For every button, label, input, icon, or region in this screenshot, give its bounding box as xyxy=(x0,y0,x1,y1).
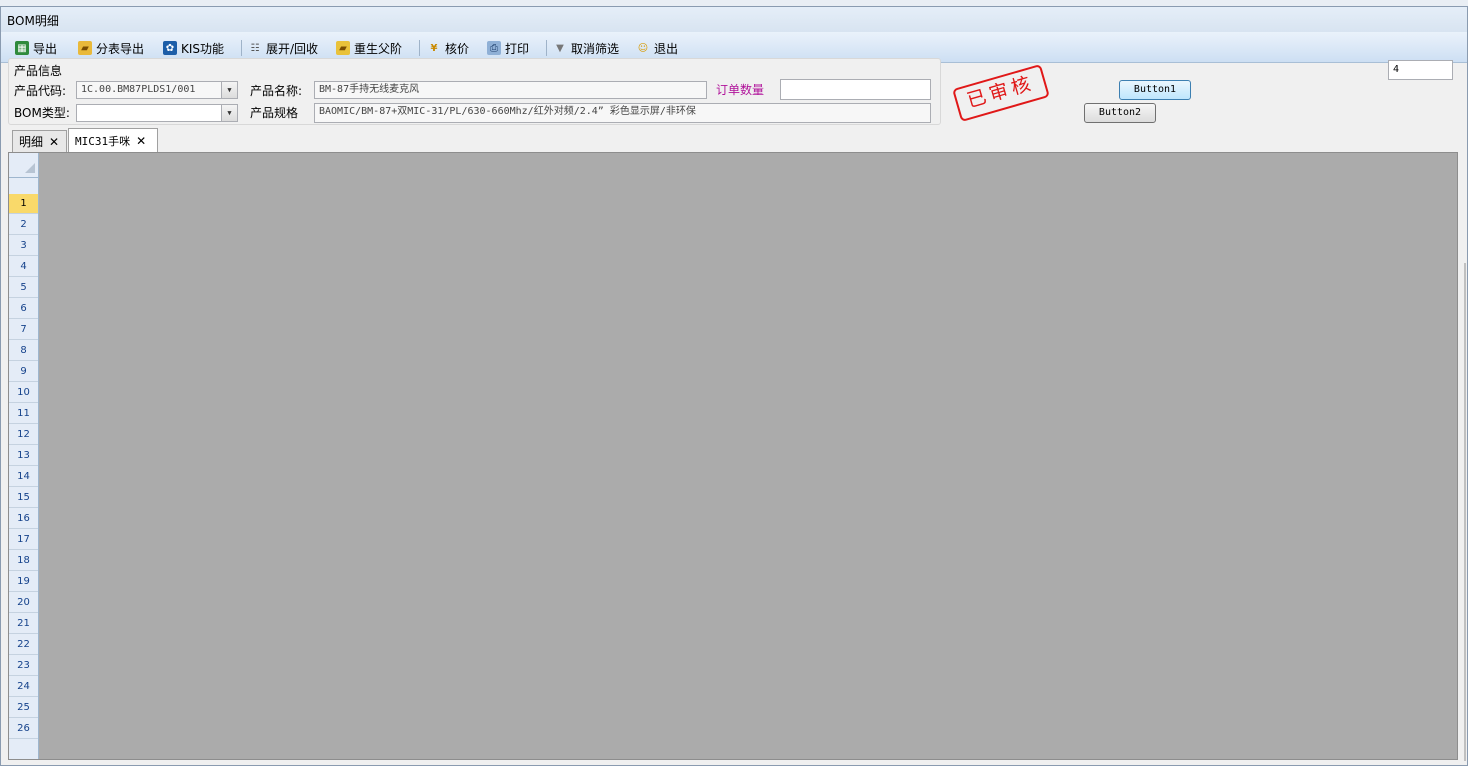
chevron-down-icon[interactable]: ▼ xyxy=(221,105,237,121)
row-header[interactable]: 22 xyxy=(9,635,38,655)
row-header[interactable]: 9 xyxy=(9,362,38,382)
row-header[interactable]: 24 xyxy=(9,677,38,697)
product-name-label: 产品名称: xyxy=(250,84,303,98)
kis-gear-icon: ✿ xyxy=(163,41,177,55)
product-spec-value: BAOMIC/BM-87+双MIC-31/PL/630-660Mhz/红外对频/… xyxy=(319,106,696,117)
row-header-column: 1 2 3 4 5 6 7 8 9 10 11 12 13 14 15 16 17 18 19 20 21 22 23 24 2… xyxy=(9,153,39,759)
product-spec-label: 产品规格 xyxy=(250,106,299,120)
pricing-button[interactable]: ¥ 核价 xyxy=(427,39,470,57)
row-header[interactable]: 13 xyxy=(9,446,38,466)
row-header[interactable]: 19 xyxy=(9,572,38,592)
print-label: 打印 xyxy=(505,41,530,56)
export-label: 导出 xyxy=(33,41,58,56)
row-header[interactable]: 1 xyxy=(9,194,38,214)
tree-expand-icon: ☷ xyxy=(250,42,260,54)
row-header[interactable]: 8 xyxy=(9,341,38,361)
bom-type-label: BOM类型: xyxy=(14,106,70,120)
excel-export-icon: ▦ xyxy=(15,41,29,55)
toolbar-separator xyxy=(241,40,242,56)
tab-mic31[interactable]: MIC31手咪 ✕ xyxy=(68,128,158,153)
toolbar-separator xyxy=(546,40,547,56)
spreadsheet-grid[interactable]: 1 2 3 4 5 6 7 8 9 10 11 12 13 14 15 16 17 18 19 20 21 22 23 24 2… xyxy=(8,152,1458,760)
row-header[interactable]: 7 xyxy=(9,320,38,340)
kis-function-button[interactable]: ✿ KIS功能 xyxy=(163,39,224,57)
window-title: BOM明细 xyxy=(7,14,59,28)
close-icon[interactable]: ✕ xyxy=(49,135,59,149)
yen-icon: ¥ xyxy=(430,42,438,54)
split-export-label: 分表导出 xyxy=(96,41,145,56)
button2[interactable]: Button2 xyxy=(1084,103,1156,123)
order-qty-input[interactable] xyxy=(780,79,931,100)
exit-label: 退出 xyxy=(654,41,679,56)
row-header[interactable]: 5 xyxy=(9,278,38,298)
tab-mic31-label: MIC31手咪 xyxy=(75,135,131,148)
chevron-down-icon[interactable]: ▼ xyxy=(221,82,237,98)
product-info-title: 产品信息 xyxy=(14,64,63,78)
kis-function-label: KIS功能 xyxy=(181,41,225,56)
row-header[interactable]: 11 xyxy=(9,404,38,424)
select-all-corner[interactable] xyxy=(9,153,38,178)
row-header[interactable]: 25 xyxy=(9,698,38,718)
row-header[interactable]: 10 xyxy=(9,383,38,403)
toolbar-separator xyxy=(419,40,420,56)
scrollbar-track[interactable] xyxy=(1464,263,1466,761)
row-header[interactable]: 18 xyxy=(9,551,38,571)
row-header[interactable]: 16 xyxy=(9,509,38,529)
regenerate-parent-button[interactable]: ▰ 重生父阶 xyxy=(336,39,402,57)
close-icon[interactable]: ✕ xyxy=(136,134,146,148)
row-header[interactable]: 6 xyxy=(9,299,38,319)
printer-icon: ⎙ xyxy=(487,41,501,55)
product-code-combo[interactable]: 1C.00.BM87PLDS1/001 ▼ xyxy=(76,81,238,99)
folder-export-icon: ▰ xyxy=(78,41,92,55)
tab-detail[interactable]: 明细 ✕ xyxy=(12,130,67,152)
row-header[interactable]: 3 xyxy=(9,236,38,256)
regenerate-parent-label: 重生父阶 xyxy=(354,41,403,56)
row-header[interactable]: 23 xyxy=(9,656,38,676)
clear-filter-label: 取消筛选 xyxy=(571,41,620,56)
right-margin xyxy=(1468,0,1480,761)
row-header[interactable]: 4 xyxy=(9,257,38,277)
product-code-value: 1C.00.BM87PLDS1/001 xyxy=(81,84,196,95)
number-input[interactable]: 4 xyxy=(1388,60,1453,80)
product-spec-field[interactable]: BAOMIC/BM-87+双MIC-31/PL/630-660Mhz/红外对频/… xyxy=(314,103,931,123)
corner-triangle-icon xyxy=(25,163,35,173)
pricing-label: 核价 xyxy=(445,41,470,56)
expand-collapse-button[interactable]: ☷ 展开/回收 xyxy=(248,39,319,57)
row-header[interactable]: 14 xyxy=(9,467,38,487)
order-qty-label: 订单数量 xyxy=(716,83,765,97)
export-button[interactable]: ▦ 导出 xyxy=(15,39,57,57)
split-export-button[interactable]: ▰ 分表导出 xyxy=(78,39,144,57)
clear-filter-button[interactable]: ▼ 取消筛选 xyxy=(553,39,619,57)
filter-clear-icon: ▼ xyxy=(556,42,564,54)
title-bar: BOM明细 xyxy=(1,7,1467,33)
product-name-field[interactable]: BM-87手持无线麦克风 xyxy=(314,81,707,99)
row-header[interactable]: 21 xyxy=(9,614,38,634)
print-button[interactable]: ⎙ 打印 xyxy=(487,39,529,57)
bom-type-combo[interactable]: ▼ xyxy=(76,104,238,122)
button1[interactable]: Button1 xyxy=(1119,80,1191,100)
expand-collapse-label: 展开/回收 xyxy=(266,41,319,56)
row-header[interactable]: 20 xyxy=(9,593,38,613)
row-header[interactable]: 12 xyxy=(9,425,38,445)
row-header[interactable]: 17 xyxy=(9,530,38,550)
row-header[interactable]: 26 xyxy=(9,719,38,739)
tab-detail-label: 明细 xyxy=(19,135,44,149)
product-code-label: 产品代码: xyxy=(14,84,67,98)
row-header[interactable]: 2 xyxy=(9,215,38,235)
product-name-value: BM-87手持无线麦克风 xyxy=(319,84,420,95)
folder-refresh-icon: ▰ xyxy=(336,41,350,55)
exit-person-icon: ☺ xyxy=(637,42,649,54)
row-header[interactable]: 15 xyxy=(9,488,38,508)
exit-button[interactable]: ☺ 退出 xyxy=(636,39,678,57)
